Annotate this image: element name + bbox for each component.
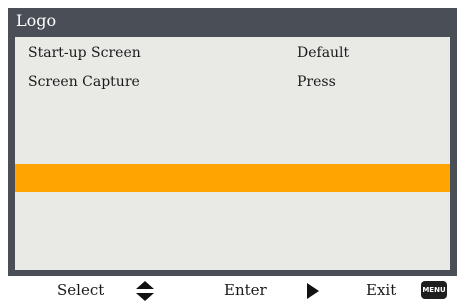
enter-hint-label: Enter <box>224 281 267 299</box>
osd-menu-window: Logo Start-up Screen Default Screen Capt… <box>8 8 457 301</box>
footer-hint-bar: Select Enter Exit MENU <box>15 277 450 303</box>
menu-item-label: Start-up Screen <box>28 45 141 61</box>
menu-item-label: Screen Capture <box>28 74 140 90</box>
selection-highlight-bar[interactable] <box>15 164 450 192</box>
menu-item-value[interactable]: Default <box>297 41 349 65</box>
select-hint-label: Select <box>57 281 105 299</box>
menu-panel: Start-up Screen Default Screen Capture P… <box>15 37 450 301</box>
menu-item-startup-screen[interactable]: Start-up Screen Default <box>15 41 450 65</box>
menu-title: Logo <box>16 11 57 30</box>
play-icon <box>307 283 319 299</box>
menu-item-value[interactable]: Press <box>297 70 336 94</box>
up-down-arrows-icon <box>136 281 154 301</box>
exit-hint-label: Exit <box>366 281 397 299</box>
menu-item-screen-capture[interactable]: Screen Capture Press <box>15 70 450 94</box>
title-bar: Logo <box>8 8 457 36</box>
